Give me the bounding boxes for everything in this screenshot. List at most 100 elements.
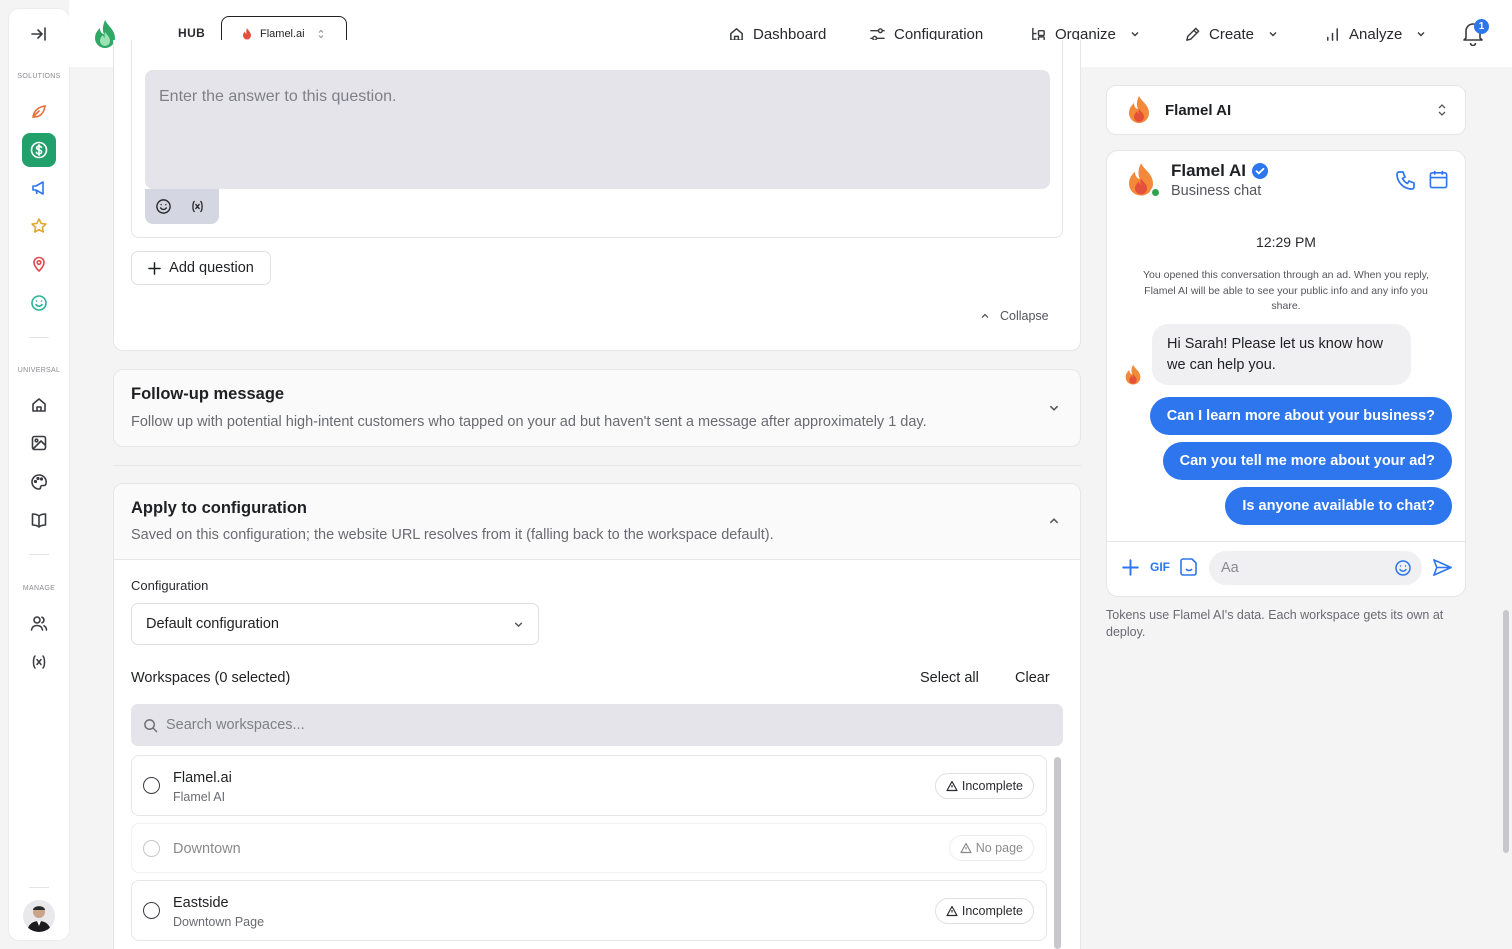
bar-chart-icon: [1324, 26, 1341, 43]
message-placeholder: Aa: [1221, 560, 1239, 576]
sidebar: SOLUTIONS UNIVERSAL MANAGE: [9, 9, 69, 940]
megaphone-icon[interactable]: [22, 171, 56, 205]
apply-description: Saved on this configuration; the website…: [131, 527, 774, 543]
notification-badge: 1: [1474, 19, 1489, 34]
preview-footnote: Tokens use Flamel AI's data. Each worksp…: [1106, 608, 1444, 639]
chevron-up-icon[interactable]: [1048, 515, 1060, 527]
variable-icon[interactable]: [22, 645, 56, 679]
location-pin-icon[interactable]: [22, 247, 56, 281]
status-label: Incomplete: [961, 904, 1023, 918]
online-indicator: [1150, 187, 1161, 198]
followup-card[interactable]: [113, 369, 1081, 447]
warning-icon: [946, 905, 958, 917]
universal-label: UNIVERSAL: [17, 367, 61, 374]
apply-header[interactable]: [114, 484, 1080, 560]
warning-icon: [946, 780, 958, 792]
gif-button[interactable]: GIF: [1150, 560, 1170, 574]
collapse-label: Collapse: [1000, 309, 1049, 323]
sidebar-divider: [29, 887, 49, 888]
home-icon[interactable]: [22, 388, 56, 422]
textarea-toolbar: [145, 189, 219, 224]
verified-icon: [1251, 162, 1269, 180]
emoji-icon[interactable]: [1394, 559, 1412, 577]
workspace-name: Eastside: [173, 895, 229, 911]
profile-selector[interactable]: Flamel AI: [1106, 85, 1466, 135]
warning-icon: [960, 842, 972, 854]
chevron-updown-icon: [1437, 103, 1447, 117]
quick-reply-button[interactable]: Can you tell me more about your ad?: [1162, 442, 1452, 480]
smiley-icon[interactable]: [22, 286, 56, 320]
plus-icon[interactable]: [1122, 559, 1139, 576]
profile-name: Flamel AI: [1165, 101, 1232, 119]
star-icon[interactable]: [22, 209, 56, 243]
workspace-search[interactable]: Search workspaces...: [131, 704, 1063, 746]
pen-icon: [1184, 26, 1201, 43]
list-scrollbar[interactable]: [1054, 757, 1061, 949]
select-all-button[interactable]: Select all: [920, 670, 979, 686]
image-icon[interactable]: [22, 426, 56, 460]
workspace-checkbox[interactable]: [143, 902, 160, 919]
workspace-row: Downtown No page: [131, 823, 1047, 873]
emoji-icon[interactable]: [155, 198, 172, 215]
workspace-row[interactable]: Flamel.ai Flamel AI Incomplete: [131, 755, 1047, 816]
workspace-checkbox: [143, 840, 160, 857]
book-icon[interactable]: [22, 503, 56, 537]
message-input[interactable]: Aa: [1209, 551, 1422, 585]
variable-icon[interactable]: [190, 199, 205, 214]
chevron-up-icon: [980, 311, 990, 321]
quick-reply-button[interactable]: Can I learn more about your business?: [1149, 397, 1452, 435]
send-icon[interactable]: [1432, 557, 1453, 578]
configuration-label: Configuration: [131, 578, 209, 593]
workspace-name: Flamel.ai: [173, 770, 232, 786]
bot-avatar-icon: [1124, 364, 1142, 386]
configuration-select[interactable]: Default configuration: [131, 603, 539, 645]
chevron-down-icon: [1268, 29, 1278, 39]
chevron-down-icon[interactable]: [1048, 402, 1060, 414]
section-divider: [113, 465, 1081, 466]
chat-subtitle: Business chat: [1171, 183, 1262, 199]
composer-divider: [1107, 541, 1465, 542]
quick-reply-button[interactable]: Is anyone available to chat?: [1225, 487, 1452, 525]
workspace-sub: Downtown Page: [173, 915, 265, 929]
greeting-bubble: Hi Sarah! Please let us know how we can …: [1152, 324, 1411, 385]
sidebar-divider: [29, 337, 49, 338]
collapse-button[interactable]: Collapse: [980, 309, 1049, 323]
apply-title: Apply to configuration: [131, 499, 307, 517]
avatar[interactable]: [23, 900, 55, 932]
users-icon[interactable]: [22, 606, 56, 640]
plus-icon: [148, 261, 161, 275]
chevron-down-icon: [513, 619, 524, 630]
clear-button[interactable]: Clear: [1015, 670, 1050, 686]
followup-description: Follow up with potential high-intent cus…: [131, 414, 927, 430]
chat-name: Flamel AI: [1171, 161, 1246, 180]
dollar-icon[interactable]: [22, 133, 56, 167]
chevron-updown-icon: [317, 29, 325, 39]
nav-analyze[interactable]: Analyze: [1312, 16, 1438, 52]
workspace-row[interactable]: Eastside Downtown Page Incomplete: [131, 880, 1047, 941]
manage-label: MANAGE: [22, 585, 56, 592]
status-badge: Incomplete: [934, 773, 1034, 799]
chat-time: 12:29 PM: [1256, 234, 1316, 250]
chevron-down-icon: [1416, 29, 1426, 39]
palette-icon[interactable]: [22, 465, 56, 499]
flame-icon: [242, 27, 252, 40]
workspace-name: Downtown: [173, 841, 241, 857]
leaf-icon[interactable]: [22, 94, 56, 128]
status-label: Incomplete: [961, 779, 1023, 793]
nav-create[interactable]: Create: [1172, 16, 1290, 52]
calendar-icon[interactable]: [1428, 169, 1449, 190]
nav-label: Create: [1209, 25, 1255, 43]
solutions-label: SOLUTIONS: [17, 73, 61, 80]
search-placeholder: Search workspaces...: [166, 717, 305, 733]
expand-sidebar-icon[interactable]: [22, 17, 56, 51]
add-question-button[interactable]: Add question: [131, 251, 271, 285]
page-scrollbar[interactable]: [1503, 610, 1509, 853]
ad-notice: You opened this conversation through an …: [1142, 269, 1430, 312]
followup-title: Follow-up message: [131, 385, 285, 403]
answer-textarea[interactable]: Enter the answer to this question.: [145, 70, 1050, 189]
status-label: No page: [975, 841, 1023, 855]
sticker-icon[interactable]: [1179, 557, 1199, 577]
workspace-checkbox[interactable]: [143, 777, 160, 794]
chat-header-title: Flamel AI: [1171, 161, 1269, 181]
phone-icon[interactable]: [1395, 169, 1417, 191]
